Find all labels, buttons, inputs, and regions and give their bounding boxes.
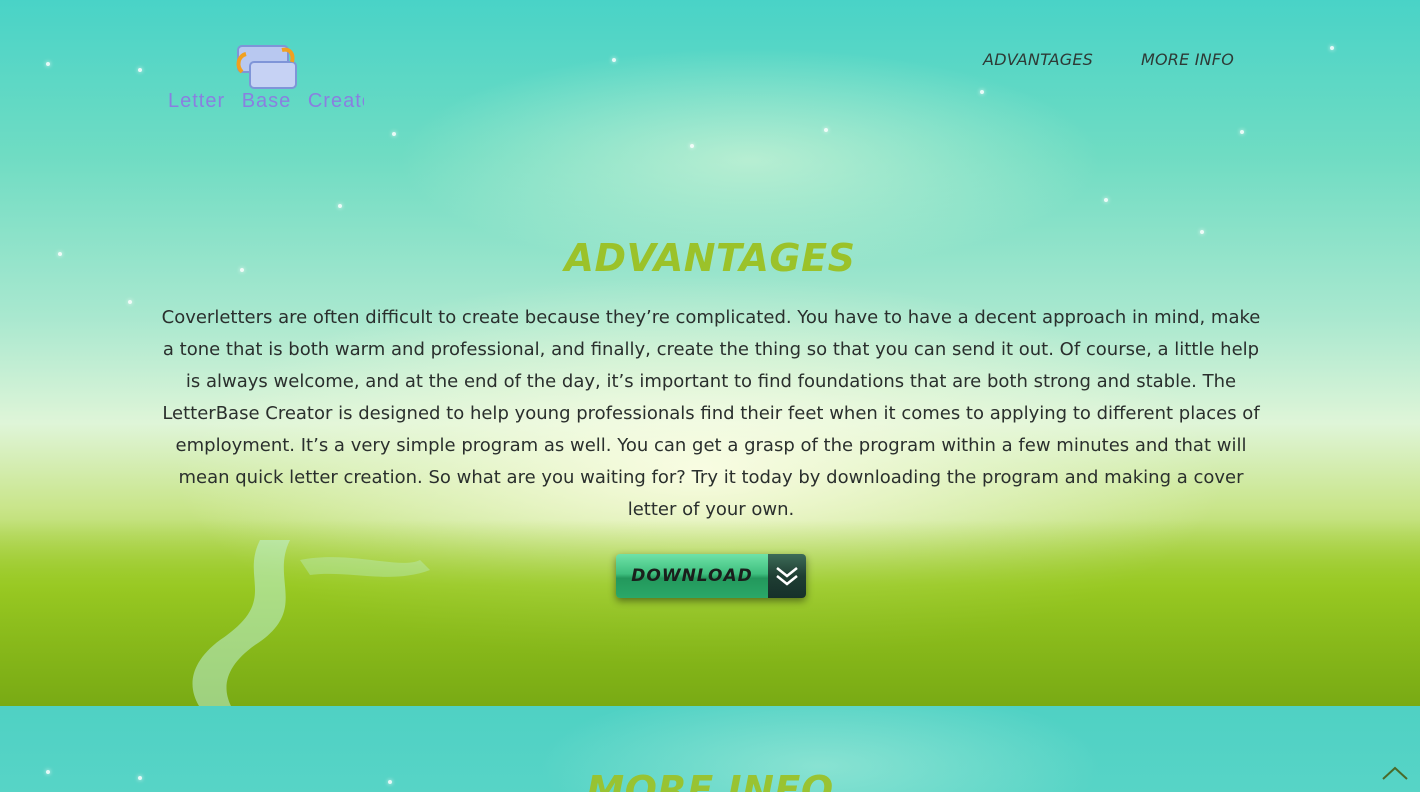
logo-text: Letter Base Creator <box>168 90 364 112</box>
more-info-section: MORE INFO <box>0 706 1420 792</box>
chevron-up-icon[interactable] <box>1380 764 1410 782</box>
advantages-body: Coverletters are often difficult to crea… <box>161 307 1261 520</box>
download-button-label: DOWNLOAD <box>616 554 768 598</box>
sparkle <box>1104 198 1108 202</box>
sparkle <box>1240 130 1244 134</box>
sparkle <box>338 204 342 208</box>
sparkle <box>1330 46 1334 50</box>
sparkle <box>128 300 132 304</box>
main-nav: ADVANTAGES MORE INFO <box>983 50 1234 69</box>
sparkle <box>824 128 828 132</box>
nav-advantages-link[interactable]: ADVANTAGES <box>983 50 1093 69</box>
site-logo[interactable]: Letter Base Creator <box>168 42 364 116</box>
sparkle <box>392 132 396 136</box>
swap-windows-logo-icon <box>236 45 297 89</box>
sparkle <box>690 144 694 148</box>
river-decoration <box>192 540 430 706</box>
sparkle <box>138 68 142 72</box>
advantages-title: ADVANTAGES <box>564 236 856 280</box>
sparkle <box>612 58 616 62</box>
nav-more-info-link[interactable]: MORE INFO <box>1141 50 1234 69</box>
double-chevron-down-icon <box>768 554 806 598</box>
download-button[interactable]: DOWNLOAD <box>616 554 806 598</box>
sparkle <box>1200 230 1204 234</box>
more-info-title: MORE INFO <box>586 768 834 792</box>
sparkle <box>46 62 50 66</box>
sparkle <box>980 90 984 94</box>
